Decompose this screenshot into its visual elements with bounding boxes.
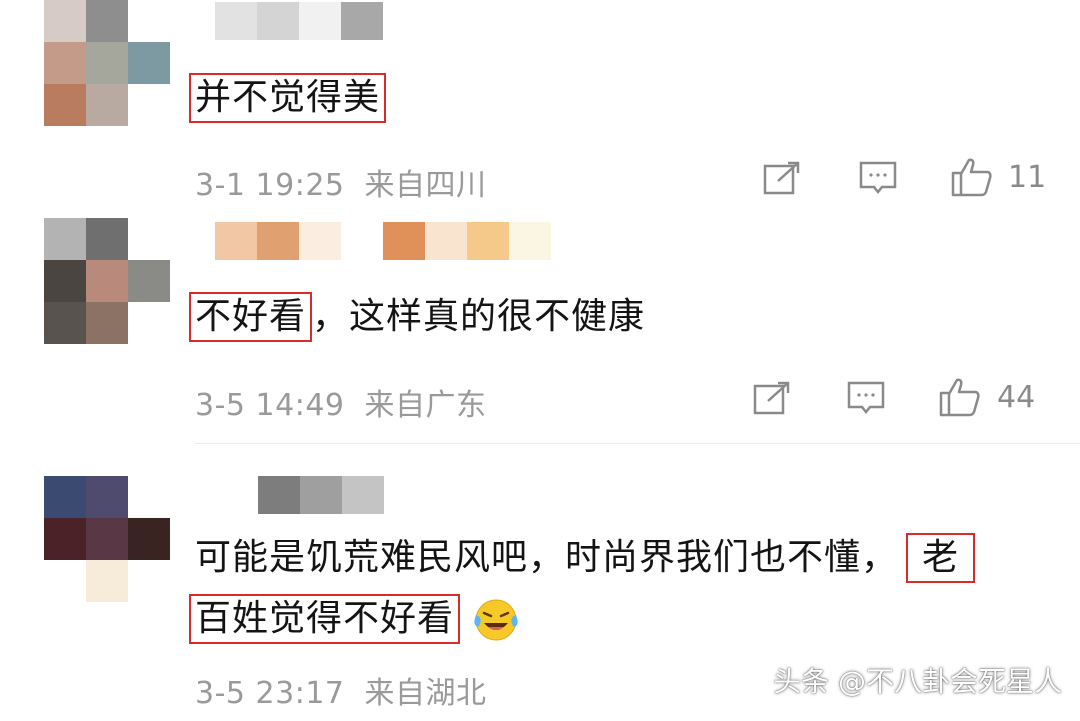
comment-meta: 3-5 23:17 来自湖北 — [195, 668, 487, 712]
avatar[interactable] — [44, 476, 170, 602]
comment-3: 可能是饥荒难民风吧，时尚界我们也不懂，老 百姓觉得不好看 3-5 23:17 来… — [0, 0, 1080, 721]
highlighted-text: 老 — [906, 533, 976, 583]
laughing-crying-emoji — [474, 599, 519, 641]
comment-text: 可能是饥荒难民风吧，时尚界我们也不懂， — [195, 537, 899, 578]
comment-text-line-1: 可能是饥荒难民风吧，时尚界我们也不懂，老 — [195, 533, 976, 583]
comment-text-line-2: 百姓觉得不好看 — [189, 594, 520, 644]
comment-time: 3-5 23:17 — [195, 676, 345, 711]
comment-location: 来自湖北 — [364, 676, 487, 711]
username-blurred[interactable] — [258, 476, 384, 514]
watermark: 头条 @不八卦会死星人 — [773, 665, 1062, 698]
highlighted-text: 百姓觉得不好看 — [189, 594, 461, 644]
